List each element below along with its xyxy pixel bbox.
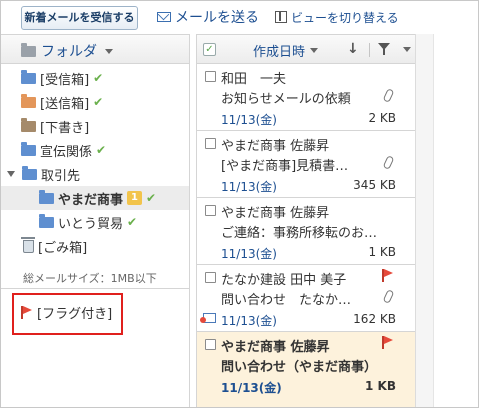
mail-date: 11/13(金) (221, 180, 277, 194)
mail-subject: ご連絡：事務所移転のお… (221, 226, 378, 241)
folder-label: 取引先 (41, 168, 81, 184)
total-mail-size: 総メールサイズ：1MB以下 (23, 272, 157, 285)
mail-sender: やまだ商事 佐藤昇 (221, 206, 330, 221)
unread-count-badge: 1 (127, 191, 142, 205)
select-all-checkbox[interactable]: ✓ (203, 43, 216, 56)
folder-icon (39, 189, 54, 204)
mail-checkbox[interactable] (205, 205, 216, 216)
checkmark-icon: ✔ (145, 191, 157, 205)
mail-checkbox[interactable] (205, 272, 216, 283)
send-mail-link[interactable]: メールを送る (157, 7, 259, 27)
view-layout-icon (275, 11, 287, 23)
mail-size: 1 KB (365, 379, 396, 393)
mail-sender: やまだ商事 佐藤昇 (221, 340, 330, 355)
checkmark-icon: ✔ (93, 95, 104, 109)
flag-icon (20, 306, 33, 319)
pane-separator[interactable] (189, 34, 190, 407)
paperclip-icon (382, 155, 395, 170)
mail-sender: 和田 一夫 (221, 72, 287, 87)
expand-triangle-icon[interactable] (7, 171, 15, 177)
folder-label: [ごみ箱] (38, 240, 88, 256)
folder-menu-label: フォルダ (41, 44, 97, 60)
mail-list-scrollbar[interactable] (415, 34, 433, 407)
preview-pane (433, 34, 478, 407)
folder-icon (22, 165, 37, 180)
folder-item-sent[interactable]: [送信箱] ✔ (21, 92, 103, 112)
folder-label: [受信箱] (40, 72, 90, 88)
paperclip-icon (382, 88, 395, 103)
send-mail-label: メールを送る (175, 10, 259, 26)
mail-row[interactable]: 和田 一夫 お知らせメールの依頼 11/13(金) 2 KB (197, 64, 415, 131)
flag-icon[interactable] (381, 336, 394, 349)
folder-pane-header: フォルダ (1, 34, 189, 64)
trash-icon (21, 236, 35, 253)
mail-row[interactable]: たなか建設 田中 美子 問い合わせ たなか… 11/13(金) 162 KB (197, 265, 415, 332)
folder-item-trash[interactable]: [ごみ箱] (21, 236, 88, 256)
folder-label: いとう貿易 (58, 216, 124, 232)
folder-icon (21, 42, 36, 57)
mail-size: 162 KB (353, 312, 396, 326)
mail-row[interactable]: やまだ商事 佐藤昇 ご連絡：事務所移転のお… 11/13(金) 1 KB (197, 198, 415, 265)
chevron-down-icon[interactable] (403, 47, 411, 52)
mail-date: 11/13(金) (221, 113, 277, 127)
mail-sender: やまだ商事 佐藤昇 (221, 139, 330, 154)
folder-icon (21, 93, 36, 108)
toolbar: 新着メールを受信する メールを送る ビューを切り替える (1, 1, 478, 33)
chevron-down-icon (105, 48, 113, 54)
folder-item-drafts[interactable]: [下書き] (21, 116, 89, 136)
mail-list-header: ✓ 作成日時 ↓ (197, 34, 415, 64)
divider (369, 43, 370, 57)
switch-view-label: ビューを切り替える (291, 10, 399, 25)
folder-item-advertising[interactable]: 宣伝関係 ✔ (21, 140, 106, 160)
filter-icon[interactable] (378, 43, 390, 55)
folder-item-yamada-shoji[interactable]: やまだ商事 1 ✔ (1, 186, 189, 210)
flag-icon[interactable] (381, 269, 394, 282)
mail-row[interactable]: やまだ商事 佐藤昇 [やまだ商事]見積書… 11/13(金) 345 KB (197, 131, 415, 198)
checkmark-icon: ✔ (93, 71, 104, 85)
sort-label: 作成日時 (253, 45, 306, 60)
mail-size: 1 KB (368, 245, 396, 259)
reply-envelope-icon (200, 313, 216, 323)
folder-item-inbox[interactable]: [受信箱] ✔ (21, 68, 103, 88)
mail-date: 11/13(金) (221, 381, 282, 395)
checkmark-icon: ✔ (96, 143, 107, 157)
folder-label: [下書き] (40, 120, 90, 136)
folder-icon (21, 69, 36, 84)
mail-checkbox[interactable] (205, 138, 216, 149)
folder-menu[interactable]: フォルダ (21, 41, 113, 61)
folder-item-clients[interactable]: 取引先 (7, 164, 80, 184)
folder-icon (21, 141, 36, 156)
folder-label: やまだ商事 (58, 192, 124, 208)
sort-menu[interactable]: 作成日時 (253, 41, 319, 60)
mail-date: 11/13(金) (221, 247, 277, 261)
switch-view-link[interactable]: ビューを切り替える (275, 7, 399, 27)
mail-sender: たなか建設 田中 美子 (221, 273, 347, 288)
checkmark-icon: ✔ (127, 215, 138, 229)
mail-size: 2 KB (368, 111, 396, 125)
receive-new-mail-button[interactable]: 新着メールを受信する (21, 6, 138, 30)
folder-item-ito-boeki[interactable]: いとう貿易 ✔ (39, 212, 137, 232)
mail-date: 11/13(金) (221, 314, 277, 328)
sort-order-arrow-icon[interactable]: ↓ (347, 41, 359, 57)
mail-subject: 問い合わせ（やまだ商事） (221, 360, 378, 375)
envelope-icon (157, 12, 171, 22)
mail-subject: 問い合わせ たなか… (221, 293, 352, 308)
folder-icon (39, 213, 54, 228)
folder-icon (21, 117, 36, 132)
mail-size: 345 KB (353, 178, 396, 192)
folder-label: 宣伝関係 (40, 144, 93, 160)
mail-checkbox[interactable] (205, 339, 216, 350)
mail-subject: [やまだ商事]見積書… (221, 159, 349, 174)
paperclip-icon (382, 289, 395, 304)
mail-checkbox[interactable] (205, 71, 216, 82)
divider (1, 288, 189, 289)
mail-list: 和田 一夫 お知らせメールの依頼 11/13(金) 2 KB やまだ商事 佐藤昇… (197, 64, 415, 407)
mail-subject: お知らせメールの依頼 (221, 92, 351, 107)
folder-label: [送信箱] (40, 96, 90, 112)
flagged-folder-item[interactable]: [フラグ付き] (20, 303, 112, 322)
mail-row-selected[interactable]: やまだ商事 佐藤昇 問い合わせ（やまだ商事） 11/13(金) 1 KB (197, 332, 415, 407)
chevron-down-icon (310, 48, 319, 53)
flagged-label: [フラグ付き] (37, 307, 113, 322)
